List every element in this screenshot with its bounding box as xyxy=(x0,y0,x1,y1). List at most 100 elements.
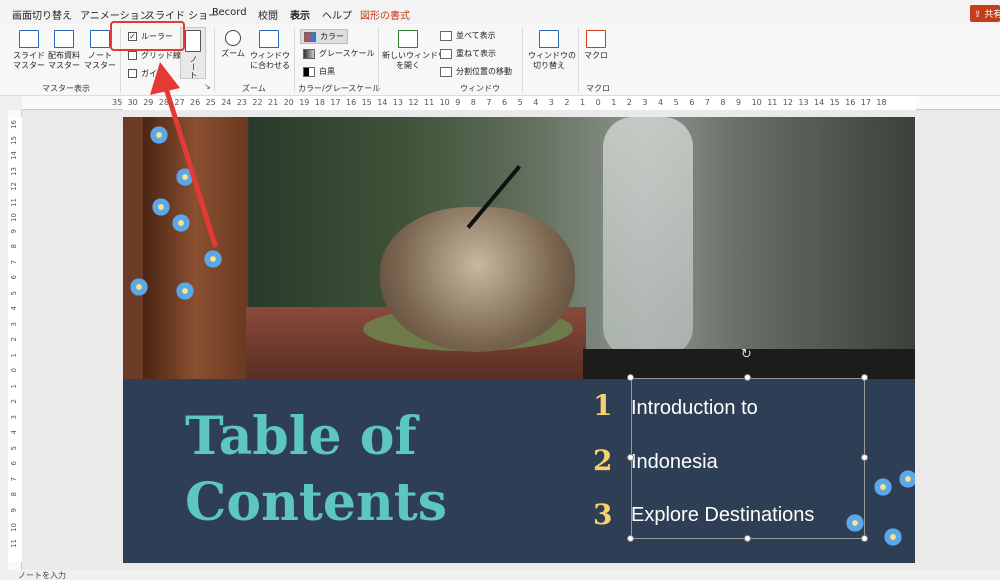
guides-label: ガイド xyxy=(141,69,165,78)
grayscale-button[interactable]: グレースケール xyxy=(303,48,375,59)
flower-icon xyxy=(175,167,195,187)
slide-title[interactable]: Table of Contents xyxy=(185,404,485,536)
group-label-window: ウィンドウ xyxy=(460,84,500,93)
share-label: 共有 xyxy=(984,10,1000,20)
ruler-tick-label: 25 xyxy=(205,98,216,107)
zoom-button[interactable]: ズーム xyxy=(218,30,248,59)
ruler-tick-label: 0 xyxy=(595,98,601,107)
notes-placeholder[interactable]: ノートを入力 xyxy=(18,570,66,580)
separator xyxy=(214,28,215,92)
ruler-tick-label: 29 xyxy=(143,98,154,107)
ruler-tick-label: 0 xyxy=(10,368,18,373)
resize-handle[interactable] xyxy=(861,535,868,542)
slide-master-button[interactable]: スライド マスター xyxy=(12,30,46,71)
arrange-all-button[interactable]: 並べて表示 xyxy=(440,30,496,41)
move-split-button[interactable]: 分割位置の移動 xyxy=(440,66,512,77)
rotate-handle-icon[interactable]: ↻ xyxy=(741,347,752,362)
selection-box[interactable] xyxy=(631,378,865,539)
group-label-color: カラー/グレースケール xyxy=(298,84,381,93)
guides-checkbox[interactable]: ガイド xyxy=(128,68,165,79)
flower-icon xyxy=(149,125,169,145)
color-button[interactable]: カラー xyxy=(300,29,348,44)
tab-record[interactable]: Record xyxy=(212,7,247,18)
ruler-tick-label: 20 xyxy=(283,98,294,107)
fit-window-button[interactable]: ウィンドウ に合わせる xyxy=(250,30,290,71)
flower-icon xyxy=(873,477,893,497)
tab-review[interactable]: 校閲 xyxy=(258,7,278,22)
color-icon xyxy=(304,31,316,42)
ruler-tick-label: 24 xyxy=(221,98,232,107)
tab-slideshow[interactable]: スライド ショー xyxy=(145,7,218,22)
switch-window-icon xyxy=(539,30,559,48)
ruler-tick-label: 16 xyxy=(845,98,856,107)
horizontal-ruler[interactable]: 35 30 29 28 27 26 25 24 23 22 21 20 19 18 17 16 15 14 13 12… xyxy=(22,96,1000,110)
ruler-tick-label: 9 xyxy=(10,507,18,512)
tab-shape-format[interactable]: 図形の書式 xyxy=(360,7,410,22)
ruler-tick-label: 10 xyxy=(751,98,762,107)
notes-master-label: ノート マスター xyxy=(84,51,116,70)
ruler-tick-label: 14 xyxy=(377,98,388,107)
resize-handle[interactable] xyxy=(744,535,751,542)
ruler-tick-label: 4 xyxy=(533,98,539,107)
resize-handle[interactable] xyxy=(627,535,634,542)
macros-label: マクロ xyxy=(584,51,608,60)
tab-help[interactable]: ヘルプ xyxy=(322,7,352,22)
macro-icon xyxy=(586,30,606,48)
resize-handle[interactable] xyxy=(627,454,634,461)
black-white-icon xyxy=(303,66,315,77)
gridlines-checkbox[interactable]: グリッド線 xyxy=(128,50,181,61)
tab-view[interactable]: 表示 xyxy=(290,7,310,26)
fit-window-label: ウィンドウ に合わせる xyxy=(250,51,290,70)
handout-master-button[interactable]: 配布資料 マスター xyxy=(46,30,82,71)
black-white-label: 白黒 xyxy=(319,67,335,76)
flower-icon xyxy=(171,213,191,233)
slide[interactable]: Table of Contents 1 2 3 Introduction to … xyxy=(123,117,915,563)
switch-window-button[interactable]: ウィンドウの 切り替え xyxy=(528,30,576,71)
grayscale-label: グレースケール xyxy=(319,49,375,58)
ruler-tick-label: 5 xyxy=(517,98,523,107)
fit-window-icon xyxy=(259,30,279,48)
notes-icon xyxy=(185,30,201,52)
notes-master-icon xyxy=(90,30,110,48)
share-button[interactable]: ⇪ 共有 xyxy=(970,5,1000,22)
slide-master-icon xyxy=(19,30,39,48)
tab-animations[interactable]: アニメーション xyxy=(80,7,150,22)
slide-photo[interactable] xyxy=(123,117,915,379)
ruler-tick-label: 23 xyxy=(236,98,247,107)
ruler-tick-label: 10 xyxy=(10,523,18,532)
ruler-tick-label: 1 xyxy=(10,383,18,388)
grayscale-icon xyxy=(303,48,315,59)
wooden-post-shape xyxy=(143,117,248,379)
ruler-tick-label: 7 xyxy=(10,476,18,481)
resize-handle[interactable] xyxy=(744,374,751,381)
dialog-launcher-icon[interactable]: ↘ xyxy=(204,82,211,91)
flower-icon xyxy=(898,469,915,489)
flower-icon xyxy=(129,277,149,297)
ruler-tick-label: 11 xyxy=(767,98,778,107)
black-white-button[interactable]: 白黒 xyxy=(303,66,335,77)
tab-transitions[interactable]: 画面切り替え xyxy=(12,7,72,22)
cascade-button[interactable]: 重ねて表示 xyxy=(440,48,496,59)
ruler-tick-label: 7 xyxy=(10,259,18,264)
separator xyxy=(294,28,295,92)
resize-handle[interactable] xyxy=(861,454,868,461)
ruler-tick-label: 3 xyxy=(10,414,18,419)
resize-handle[interactable] xyxy=(861,374,868,381)
handout-master-label: 配布資料 マスター xyxy=(48,51,80,70)
ruler-tick-label: 1 xyxy=(611,98,617,107)
ruler-tick-label: 15 xyxy=(361,98,372,107)
macros-button[interactable]: マクロ xyxy=(582,30,610,61)
ruler-tick-label: 19 xyxy=(299,98,310,107)
new-window-button[interactable]: 新しいウィンドウ を開く xyxy=(382,30,446,71)
handout-master-icon xyxy=(54,30,74,48)
slide-master-label: スライド マスター xyxy=(13,51,45,70)
ruler-tick-label: 26 xyxy=(190,98,201,107)
status-bar: ノートを入力 xyxy=(0,570,1000,580)
group-label-show: 表示 xyxy=(152,84,168,93)
ruler-tick-label: 18 xyxy=(876,98,887,107)
vertical-ruler[interactable]: 16 15 14 13 12 11 10 9 8 7 6 5 4 3 2 1 0 1 2 3 4 5 6 7 8 9 10 11 xyxy=(8,110,22,570)
resize-handle[interactable] xyxy=(627,374,634,381)
ruler-tick-label: 10 xyxy=(10,213,18,222)
group-label-master: マスター表示 xyxy=(42,84,90,93)
ruler-tick-label: 2 xyxy=(564,98,570,107)
